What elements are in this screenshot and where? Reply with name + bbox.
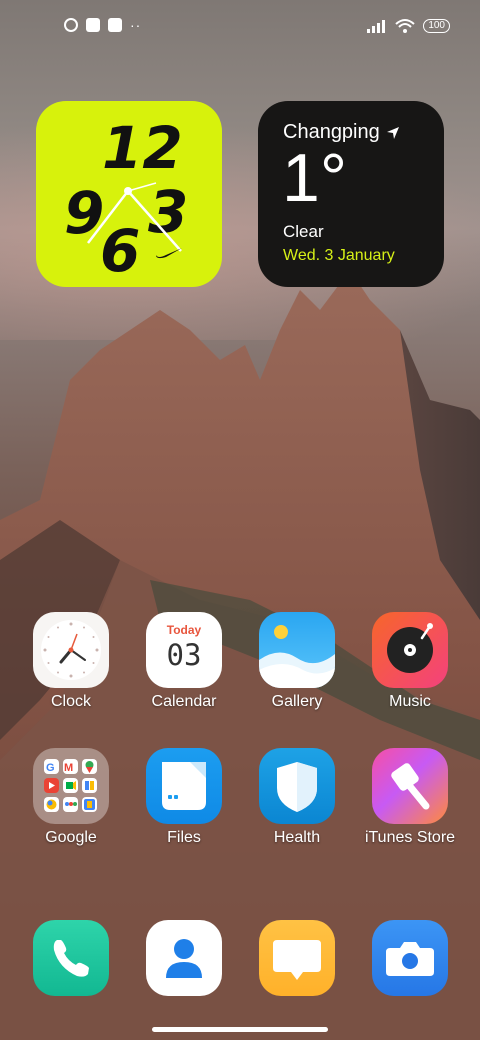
camera-art xyxy=(386,942,434,976)
calendar-day: 03 xyxy=(166,638,202,672)
app-music[interactable]: Music xyxy=(360,612,460,711)
music-icon xyxy=(372,612,448,688)
contacts-icon xyxy=(146,920,222,996)
app-label: Files xyxy=(167,829,201,846)
dock-camera[interactable] xyxy=(360,920,460,996)
home-indicator[interactable] xyxy=(152,1027,328,1032)
app-label: Music xyxy=(389,693,431,710)
home-screen: ·· 100 12 9 6 3 Changping 1° Clear Wed. … xyxy=(0,0,480,1040)
files-art xyxy=(162,762,206,810)
app-health[interactable]: Health xyxy=(247,748,347,847)
app-files[interactable]: Files xyxy=(134,748,234,847)
weather-date: Wed. 3 January xyxy=(283,247,395,264)
upload-notification-icon xyxy=(108,18,122,32)
nike-clock-widget[interactable]: 12 9 6 3 xyxy=(36,101,222,287)
system-status: 100 xyxy=(367,18,450,34)
clock-hands xyxy=(87,182,182,252)
brush-art xyxy=(391,763,430,810)
location-arrow-icon xyxy=(386,126,399,139)
folder-mini-icons: G M xyxy=(44,759,97,812)
weather-widget[interactable]: Changping 1° Clear Wed. 3 January xyxy=(258,101,444,287)
svg-text:G: G xyxy=(46,762,55,774)
app-calendar[interactable]: Today 03 Calendar xyxy=(134,612,234,711)
app-itunes-store[interactable]: iTunes Store xyxy=(360,748,460,847)
battery-indicator: 100 xyxy=(423,19,450,33)
gallery-art xyxy=(259,625,335,688)
calendar-today-text: Today xyxy=(166,623,202,637)
square-notification-icon xyxy=(86,18,100,32)
app-label: Calendar xyxy=(151,693,217,710)
dock-messages[interactable] xyxy=(247,920,347,996)
app-google-folder[interactable]: G M Google xyxy=(21,748,121,847)
clock-face xyxy=(41,620,101,680)
svg-text:M: M xyxy=(64,762,73,774)
app-label: Clock xyxy=(50,693,91,710)
phone-icon xyxy=(33,920,109,996)
wifi-icon xyxy=(395,19,415,33)
health-shield-icon xyxy=(259,748,335,824)
notification-icons: ·· xyxy=(64,18,141,32)
person-art xyxy=(166,939,202,978)
itunes-store-icon xyxy=(372,748,448,824)
calendar-icon: Today 03 xyxy=(146,612,222,688)
phone-handset xyxy=(53,940,89,977)
gallery-icon xyxy=(259,612,335,688)
bubble-art xyxy=(273,940,321,980)
status-bar: ·· 100 xyxy=(0,16,480,40)
shield-art xyxy=(277,762,317,812)
signal-icon xyxy=(367,20,386,33)
app-label: Google xyxy=(45,829,97,846)
google-folder-icon: G M xyxy=(33,748,109,824)
more-notifications: ·· xyxy=(130,17,142,33)
nike-swoosh-icon xyxy=(156,248,182,259)
messages-icon xyxy=(259,920,335,996)
app-clock[interactable]: Clock xyxy=(21,612,121,711)
app-notification-icon xyxy=(64,18,78,32)
music-disc xyxy=(387,623,433,673)
dock-phone[interactable] xyxy=(21,920,121,996)
camera-icon xyxy=(372,920,448,996)
files-icon xyxy=(146,748,222,824)
app-gallery[interactable]: Gallery xyxy=(247,612,347,711)
weather-condition: Clear xyxy=(283,222,324,241)
app-label: Health xyxy=(273,829,321,846)
app-label: Gallery xyxy=(271,693,323,710)
app-label: iTunes Store xyxy=(364,829,456,846)
dock-contacts[interactable] xyxy=(134,920,234,996)
clock-icon xyxy=(33,612,109,688)
weather-temperature: 1° xyxy=(282,140,348,216)
